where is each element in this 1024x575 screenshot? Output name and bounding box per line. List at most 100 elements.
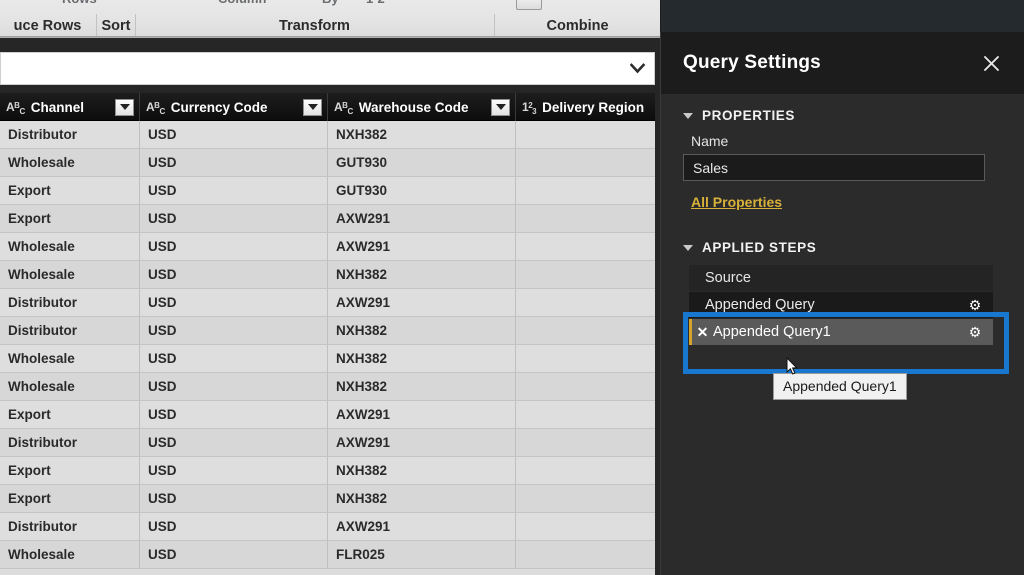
table-cell-currency[interactable]: USD [140, 429, 328, 456]
table-cell-region[interactable] [516, 485, 655, 512]
table-cell-warehouse[interactable]: GUT930 [328, 177, 516, 204]
table-cell-channel[interactable]: Wholesale [0, 345, 140, 372]
formula-input[interactable] [1, 53, 620, 84]
table-cell-region[interactable] [516, 401, 655, 428]
table-cell-currency[interactable]: USD [140, 317, 328, 344]
table-row[interactable]: Distributor USD NXH382 [0, 121, 655, 149]
table-cell-warehouse[interactable]: AXW291 [328, 289, 516, 316]
table-cell-currency[interactable]: USD [140, 513, 328, 540]
table-cell-currency[interactable]: USD [140, 177, 328, 204]
table-cell-warehouse[interactable]: NXH382 [328, 373, 516, 400]
query-name-input[interactable] [683, 154, 985, 181]
column-header-delivery-region[interactable]: 1 2 3 Delivery Region [516, 93, 655, 121]
column-header-warehouse-code[interactable]: A B C Warehouse Code [328, 93, 516, 121]
table-row[interactable]: Distributor USD NXH382 [0, 317, 655, 345]
table-cell-channel[interactable]: Export [0, 457, 140, 484]
table-cell-currency[interactable]: USD [140, 233, 328, 260]
table-row[interactable]: Wholesale USD NXH382 [0, 373, 655, 401]
table-cell-warehouse[interactable]: AXW291 [328, 401, 516, 428]
table-row[interactable]: Export USD NXH382 [0, 485, 655, 513]
table-row[interactable]: Distributor USD AXW291 [0, 289, 655, 317]
table-cell-region[interactable] [516, 541, 655, 568]
applied-step-item[interactable]: Appended Query ⚙ [689, 292, 993, 319]
applied-steps-section-header[interactable]: APPLIED STEPS [683, 240, 1002, 255]
gear-icon[interactable]: ⚙ [965, 324, 985, 341]
table-cell-region[interactable] [516, 233, 655, 260]
table-cell-region[interactable] [516, 513, 655, 540]
table-cell-warehouse[interactable]: NXH382 [328, 485, 516, 512]
ribbon-ghost-button-combine[interactable] [516, 0, 542, 10]
table-row[interactable]: Wholesale USD NXH382 [0, 345, 655, 373]
filter-dropdown-icon[interactable] [491, 98, 510, 116]
table-cell-currency[interactable]: USD [140, 261, 328, 288]
table-cell-warehouse[interactable]: AXW291 [328, 233, 516, 260]
table-cell-region[interactable] [516, 457, 655, 484]
table-row[interactable]: Wholesale USD NXH382 [0, 261, 655, 289]
table-cell-channel[interactable]: Distributor [0, 317, 140, 344]
chevron-down-icon[interactable] [620, 53, 654, 84]
table-cell-currency[interactable]: USD [140, 345, 328, 372]
table-cell-channel[interactable]: Distributor [0, 513, 140, 540]
applied-step-item[interactable]: Source [689, 265, 993, 292]
table-row[interactable]: Distributor USD AXW291 [0, 429, 655, 457]
table-cell-region[interactable] [516, 149, 655, 176]
table-cell-warehouse[interactable]: GUT930 [328, 149, 516, 176]
table-cell-currency[interactable]: USD [140, 541, 328, 568]
table-cell-channel[interactable]: Wholesale [0, 373, 140, 400]
filter-dropdown-icon[interactable] [303, 98, 322, 116]
table-cell-warehouse[interactable]: NXH382 [328, 345, 516, 372]
table-cell-warehouse[interactable]: NXH382 [328, 317, 516, 344]
formula-bar[interactable] [0, 52, 655, 85]
table-cell-warehouse[interactable]: FLR025 [328, 541, 516, 568]
collapse-caret-icon[interactable] [683, 244, 693, 251]
table-cell-warehouse[interactable]: NXH382 [328, 261, 516, 288]
table-cell-channel[interactable]: Wholesale [0, 233, 140, 260]
table-cell-currency[interactable]: USD [140, 149, 328, 176]
table-cell-region[interactable] [516, 373, 655, 400]
filter-dropdown-icon[interactable] [115, 98, 134, 116]
table-cell-currency[interactable]: USD [140, 401, 328, 428]
table-cell-channel[interactable]: Export [0, 485, 140, 512]
table-cell-region[interactable] [516, 205, 655, 232]
table-cell-region[interactable] [516, 345, 655, 372]
table-cell-currency[interactable]: USD [140, 373, 328, 400]
table-cell-channel[interactable]: Wholesale [0, 541, 140, 568]
table-cell-channel[interactable]: Wholesale [0, 149, 140, 176]
table-cell-region[interactable] [516, 289, 655, 316]
table-cell-region[interactable] [516, 429, 655, 456]
table-cell-channel[interactable]: Export [0, 177, 140, 204]
table-cell-channel[interactable]: Distributor [0, 429, 140, 456]
table-cell-warehouse[interactable]: NXH382 [328, 121, 516, 148]
table-cell-currency[interactable]: USD [140, 205, 328, 232]
table-cell-channel[interactable]: Distributor [0, 121, 140, 148]
table-cell-region[interactable] [516, 121, 655, 148]
properties-section-header[interactable]: PROPERTIES [683, 108, 1002, 123]
table-row[interactable]: Export USD GUT930 [0, 177, 655, 205]
table-cell-warehouse[interactable]: NXH382 [328, 457, 516, 484]
table-cell-channel[interactable]: Export [0, 205, 140, 232]
table-row[interactable]: Export USD AXW291 [0, 205, 655, 233]
column-header-currency-code[interactable]: A B C Currency Code [140, 93, 328, 121]
table-cell-warehouse[interactable]: AXW291 [328, 429, 516, 456]
table-row[interactable]: Wholesale USD AXW291 [0, 233, 655, 261]
column-header-channel[interactable]: A B C Channel [0, 93, 140, 121]
delete-step-icon[interactable]: ✕ [694, 324, 711, 341]
table-row[interactable]: Distributor USD AXW291 [0, 513, 655, 541]
table-cell-currency[interactable]: USD [140, 121, 328, 148]
table-cell-currency[interactable]: USD [140, 289, 328, 316]
table-cell-channel[interactable]: Wholesale [0, 261, 140, 288]
gear-icon[interactable]: ⚙ [965, 297, 985, 314]
table-cell-warehouse[interactable]: AXW291 [328, 205, 516, 232]
collapse-caret-icon[interactable] [683, 112, 693, 119]
table-cell-currency[interactable]: USD [140, 485, 328, 512]
table-cell-channel[interactable]: Distributor [0, 289, 140, 316]
table-row[interactable]: Export USD NXH382 [0, 457, 655, 485]
applied-step-item[interactable]: ✕ Appended Query1 ⚙ [689, 319, 993, 346]
table-cell-region[interactable] [516, 177, 655, 204]
table-cell-warehouse[interactable]: AXW291 [328, 513, 516, 540]
table-cell-currency[interactable]: USD [140, 457, 328, 484]
table-cell-channel[interactable]: Export [0, 401, 140, 428]
close-icon[interactable] [974, 46, 1008, 80]
table-cell-region[interactable] [516, 261, 655, 288]
table-cell-region[interactable] [516, 317, 655, 344]
